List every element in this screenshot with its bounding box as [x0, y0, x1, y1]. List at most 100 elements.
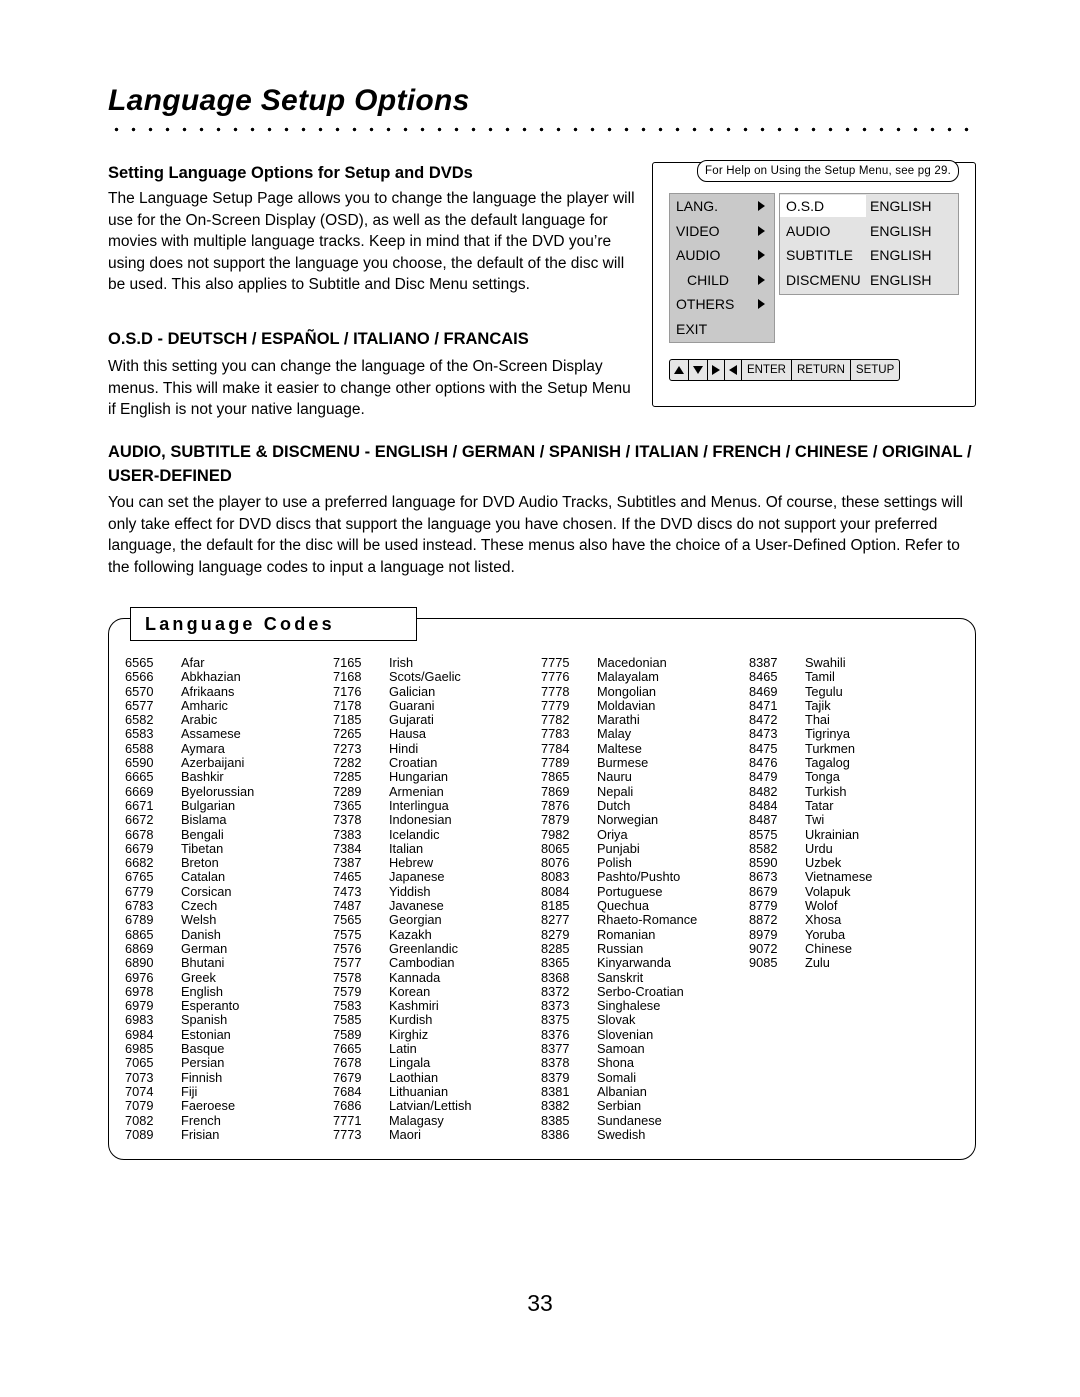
osd-setting-row[interactable]: SUBTITLE ENGLISH [780, 243, 958, 268]
language-code-name: Kurdish [389, 1012, 433, 1028]
language-code-name: Bashkir [181, 769, 224, 785]
language-code-number: 7575 [333, 926, 362, 942]
osd-setting-key: O.S.D [780, 195, 866, 218]
language-code-name: Frisian [181, 1126, 220, 1142]
return-button[interactable]: RETURN [792, 360, 851, 380]
language-code-number: 6779 [125, 883, 154, 899]
language-code-name: Romanian [597, 926, 656, 942]
language-code-name: Swedish [597, 1126, 646, 1142]
language-code-number: 8285 [541, 940, 570, 956]
osd-menu-item-audio[interactable]: AUDIO [670, 243, 774, 268]
language-code-name: Urdu [805, 840, 833, 856]
language-code-name: Italian [389, 840, 424, 856]
osd-menu-item-exit[interactable]: EXIT [670, 317, 774, 342]
language-code-row: 6765 Catalan [125, 869, 333, 885]
language-code-row: 7082 French [125, 1113, 333, 1128]
language-code-name: Albanian [597, 1083, 647, 1099]
osd-setting-row[interactable]: O.S.D ENGLISH [780, 194, 958, 219]
language-code-name: Bulgarian [181, 797, 236, 813]
language-code-name: Kannada [389, 969, 441, 985]
language-code-name: Catalan [181, 869, 226, 885]
language-code-row: 8285 Russian [541, 940, 749, 956]
language-code-number: 7282 [333, 755, 362, 771]
language-code-row: 7387 Hebrew [333, 855, 541, 871]
setup-button[interactable]: SETUP [851, 360, 899, 380]
language-codes-column: 7775 Macedonian 7776 Malayalam 7778 Mongolian… [541, 655, 749, 1142]
chevron-right-icon [758, 250, 765, 261]
language-code-name: Slovenian [597, 1026, 654, 1042]
osd-setting-row[interactable]: DISCMENU ENGLISH [780, 268, 958, 293]
language-code-number: 6979 [125, 998, 154, 1014]
language-code-row: 6869 German [125, 941, 333, 956]
language-code-name: Yiddish [389, 883, 431, 899]
language-code-name: Welsh [181, 912, 217, 928]
language-code-row: 8277 Rhaeto-Romance [541, 913, 749, 928]
language-code-row: 7579 Korean [333, 983, 541, 999]
language-code-row: 6890 Bhutani [125, 955, 333, 970]
language-code-name: Oriya [597, 826, 628, 842]
language-code-row: 7686 Latvian/Lettish [333, 1098, 541, 1114]
enter-button[interactable]: ENTER [742, 360, 792, 380]
language-code-name: Latvian/Lettish [389, 1098, 472, 1114]
language-code-row: 7578 Kannada [333, 969, 541, 985]
language-code-row: 6976 Greek [125, 970, 333, 985]
language-code-number: 7583 [333, 998, 362, 1014]
right-arrow-icon[interactable] [708, 360, 725, 380]
language-code-row: 6789 Welsh [125, 912, 333, 928]
up-arrow-icon[interactable] [670, 360, 689, 380]
language-code-row: 6984 Estonian [125, 1027, 333, 1042]
language-code-row: 7789 Burmese [541, 755, 749, 770]
osd-menu-item-video[interactable]: VIDEO [670, 219, 774, 244]
language-code-row: 9072 Chinese [749, 941, 957, 956]
language-code-row: 6679 Tibetan [125, 840, 333, 856]
language-code-row: 7782 Marathi [541, 712, 749, 727]
language-code-name: Fiji [181, 1083, 198, 1099]
language-code-number: 8385 [541, 1112, 570, 1128]
language-code-row: 7074 Fiji [125, 1083, 333, 1099]
language-code-number: 6679 [125, 840, 154, 856]
language-code-name: Macedonian [597, 655, 667, 670]
language-code-number: 8378 [541, 1055, 570, 1071]
language-code-number: 8469 [749, 683, 778, 699]
language-code-row: 6566 Abkhazian [125, 669, 333, 685]
language-code-row: 8472 Thai [749, 712, 957, 727]
language-code-number: 7585 [333, 1012, 362, 1028]
left-arrow-icon[interactable] [725, 360, 742, 380]
language-code-number: 8590 [749, 855, 778, 871]
language-code-name: Hebrew [389, 855, 434, 871]
language-code-row: 7678 Lingala [333, 1056, 541, 1071]
language-code-number: 7589 [333, 1026, 362, 1042]
language-code-row: 8386 Swedish [541, 1126, 749, 1142]
language-code-number: 7465 [333, 869, 362, 885]
chevron-right-icon [758, 225, 765, 236]
down-arrow-icon[interactable] [689, 360, 708, 380]
osd-menu-item-lang[interactable]: LANG. [670, 194, 774, 219]
language-code-number: 7365 [333, 797, 362, 813]
language-codes-column: 6565 Afar 6566 Abkhazian 6570 Afrikaans 6577 Am… [125, 655, 333, 1142]
language-code-row: 7265 Hausa [333, 727, 541, 742]
language-code-number: 8279 [541, 926, 570, 942]
osd-settings-list[interactable]: O.S.D ENGLISH AUDIO ENGLISH SUBTITLE ENGLISH D… [779, 193, 959, 295]
language-code-name: Abkhazian [181, 669, 241, 685]
language-code-row: 7576 Greenlandic [333, 941, 541, 956]
language-code-row: 6577 Amharic [125, 698, 333, 713]
language-code-name: Lithuanian [389, 1083, 449, 1099]
osd-menu-list[interactable]: LANG. VIDEO AUDIO CHILD OTHERS EXIT [669, 193, 775, 343]
language-code-number: 8575 [749, 826, 778, 842]
language-code-row: 6672 Bislama [125, 812, 333, 827]
osd-menu-item-child[interactable]: CHILD [670, 268, 774, 293]
language-code-number: 6583 [125, 726, 154, 742]
osd-menu-item-label: EXIT [676, 320, 708, 337]
language-code-row: 8484 Tatar [749, 798, 957, 813]
language-code-row: 7473 Yiddish [333, 883, 541, 899]
language-code-number: 7579 [333, 983, 362, 999]
language-code-number: 8386 [541, 1126, 570, 1142]
language-code-row: 8872 Xhosa [749, 913, 957, 928]
language-codes-grid: 6565 Afar 6566 Abkhazian 6570 Afrikaans 6577 Am… [125, 655, 959, 1142]
language-code-number: 6671 [125, 797, 154, 813]
language-code-number: 7176 [333, 683, 362, 699]
osd-menu-item-others[interactable]: OTHERS [670, 292, 774, 317]
language-code-number: 8083 [541, 869, 570, 885]
language-code-name: Polish [597, 855, 632, 871]
osd-setting-row[interactable]: AUDIO ENGLISH [780, 219, 958, 244]
